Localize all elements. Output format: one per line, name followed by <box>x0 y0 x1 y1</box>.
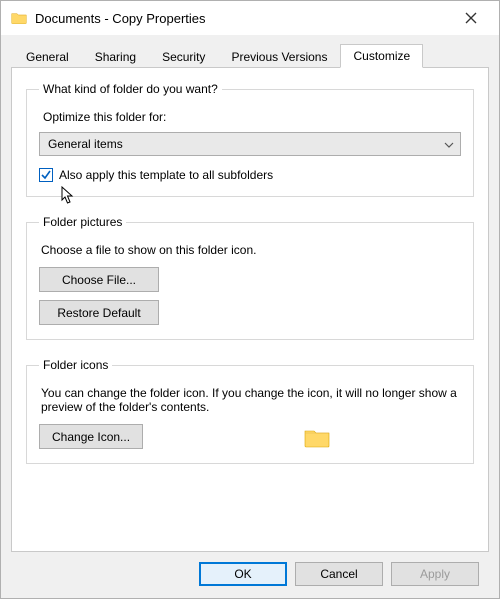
window-title: Documents - Copy Properties <box>35 11 451 26</box>
tab-general[interactable]: General <box>13 45 82 68</box>
optimize-label: Optimize this folder for: <box>43 110 461 124</box>
checkmark-icon <box>40 169 52 181</box>
dialog-button-bar: OK Cancel Apply <box>11 552 489 598</box>
tabstrip: General Sharing Security Previous Versio… <box>11 43 489 67</box>
chevron-down-icon <box>444 139 454 149</box>
folder-icons-caption: You can change the folder icon. If you c… <box>41 386 461 414</box>
cursor-icon <box>61 186 75 204</box>
optimize-combo[interactable]: General items <box>39 132 461 156</box>
group-folder-pictures: Folder pictures Choose a file to show on… <box>26 215 474 340</box>
change-icon-button[interactable]: Change Icon... <box>39 424 143 449</box>
restore-default-button[interactable]: Restore Default <box>39 300 159 325</box>
group-folder-pictures-legend: Folder pictures <box>39 215 126 229</box>
ok-button[interactable]: OK <box>199 562 287 586</box>
tab-previous-versions[interactable]: Previous Versions <box>218 45 340 68</box>
choose-file-button[interactable]: Choose File... <box>39 267 159 292</box>
group-folder-kind-legend: What kind of folder do you want? <box>39 82 222 96</box>
group-folder-icons-legend: Folder icons <box>39 358 112 372</box>
apply-subfolders-checkbox[interactable] <box>39 168 53 182</box>
folder-preview-icon <box>303 425 331 449</box>
apply-subfolders-row: Also apply this template to all subfolde… <box>39 168 461 182</box>
tab-sharing[interactable]: Sharing <box>82 45 149 68</box>
folder-pictures-caption: Choose a file to show on this folder ico… <box>41 243 461 257</box>
tab-security[interactable]: Security <box>149 45 218 68</box>
close-icon <box>465 12 477 24</box>
tab-customize[interactable]: Customize <box>340 44 423 68</box>
group-folder-kind: What kind of folder do you want? Optimiz… <box>26 82 474 197</box>
optimize-combo-value: General items <box>48 137 123 151</box>
cancel-button[interactable]: Cancel <box>295 562 383 586</box>
apply-subfolders-label: Also apply this template to all subfolde… <box>59 168 273 182</box>
group-folder-icons: Folder icons You can change the folder i… <box>26 358 474 464</box>
apply-button: Apply <box>391 562 479 586</box>
customize-panel: What kind of folder do you want? Optimiz… <box>11 67 489 552</box>
titlebar: Documents - Copy Properties <box>1 1 499 35</box>
properties-dialog: Documents - Copy Properties General Shar… <box>0 0 500 599</box>
close-button[interactable] <box>451 4 491 32</box>
folder-icon <box>11 11 27 25</box>
client-area: General Sharing Security Previous Versio… <box>1 35 499 598</box>
